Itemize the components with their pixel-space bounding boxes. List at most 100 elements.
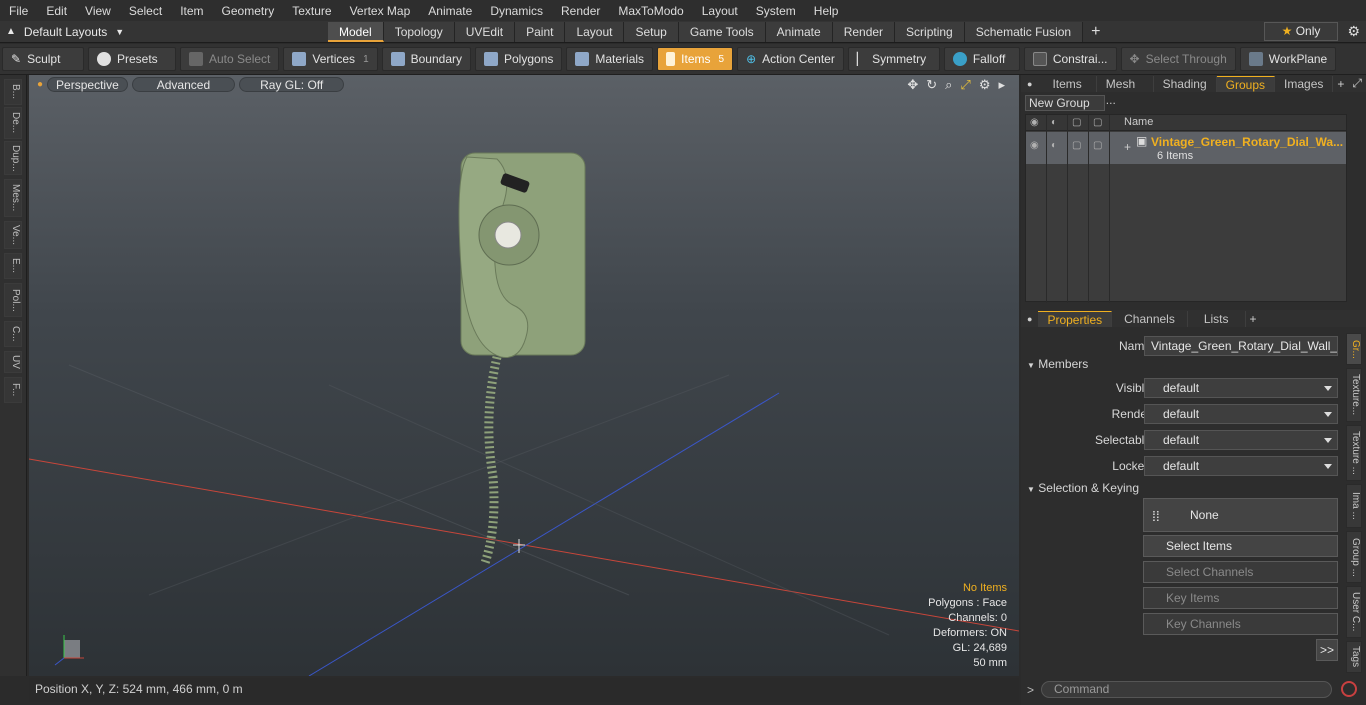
tab-shading[interactable]: Shading — [1154, 75, 1217, 92]
tab-paint[interactable]: Paint — [515, 21, 566, 42]
tab-images[interactable]: Images — [1275, 75, 1334, 92]
vtab-images[interactable]: Ima ... — [1346, 484, 1362, 528]
new-group-button[interactable]: New Group — [1025, 95, 1105, 111]
left-tab-deform[interactable]: De... — [4, 107, 22, 139]
select-channels-button[interactable]: Select Channels — [1143, 561, 1338, 583]
viewport-gear-icon[interactable]: ⚙ — [979, 77, 991, 93]
tab-game-tools[interactable]: Game Tools — [678, 21, 766, 42]
action-center-button[interactable]: ⊕ Action Center — [737, 47, 844, 71]
name-field[interactable] — [1144, 336, 1338, 356]
tab-uvedit[interactable]: UVEdit — [454, 21, 516, 42]
key-items-button[interactable]: Key Items — [1143, 587, 1338, 609]
zoom-icon[interactable]: ⌕ — [945, 77, 952, 93]
left-tab-uv[interactable]: UV — [4, 351, 22, 373]
left-tab-duplicate[interactable]: Dup... — [4, 141, 22, 175]
render-select[interactable]: default — [1144, 404, 1338, 424]
menu-vertex-map[interactable]: Vertex Map — [341, 4, 420, 18]
menu-edit[interactable]: Edit — [37, 4, 76, 18]
menu-maxtomodo[interactable]: MaxToModo — [609, 4, 692, 18]
left-tab-edge[interactable]: E... — [4, 253, 22, 279]
rotate-icon[interactable]: ↻ — [926, 77, 937, 93]
menu-item[interactable]: Item — [171, 4, 212, 18]
row-visibility-icon[interactable]: ◉ — [1030, 140, 1042, 152]
tab-layout[interactable]: Layout — [565, 21, 625, 42]
select-icon[interactable]: ▢ — [1093, 117, 1105, 129]
command-input[interactable]: Command — [1041, 681, 1332, 698]
selectable-select[interactable]: default — [1144, 430, 1338, 450]
gear-icon[interactable]: ⚙ — [1347, 23, 1360, 40]
left-tab-vertex[interactable]: Ve... — [4, 221, 22, 249]
render-icon[interactable]: ◐ — [1051, 117, 1063, 129]
menu-animate[interactable]: Animate — [419, 4, 481, 18]
tab-scripting[interactable]: Scripting — [895, 21, 965, 42]
expand-plus-icon[interactable]: + — [1124, 140, 1131, 154]
menu-view[interactable]: View — [76, 4, 120, 18]
symmetry-button[interactable]: ▏ Symmetry — [847, 47, 940, 71]
tab-channels[interactable]: Channels — [1112, 310, 1188, 327]
add-tab-icon[interactable]: + — [1246, 312, 1261, 326]
lock-icon[interactable]: ▢ — [1072, 117, 1084, 129]
ray-gl-button[interactable]: Ray GL: Off — [239, 77, 345, 92]
panel-menu-icon[interactable]: ● — [1021, 79, 1038, 89]
menu-geometry[interactable]: Geometry — [213, 4, 284, 18]
tab-mesh[interactable]: Mesh ... — [1097, 75, 1154, 107]
menu-file[interactable]: File — [0, 4, 37, 18]
left-tab-fusion[interactable]: F... — [4, 377, 22, 403]
add-tab-icon[interactable]: + — [1333, 77, 1348, 91]
presets-button[interactable]: Presets — [88, 47, 176, 71]
left-tab-mesh[interactable]: Mes... — [4, 179, 22, 217]
only-button[interactable]: ★ Only — [1264, 22, 1338, 41]
row-lock-icon[interactable]: ▢ — [1072, 140, 1084, 152]
constraints-button[interactable]: Constrai... — [1023, 47, 1117, 71]
viewport-menu-icon[interactable]: ● — [37, 79, 43, 92]
layouts-dropdown[interactable]: ▲ Default Layouts ▼ — [0, 25, 138, 39]
menu-help[interactable]: Help — [805, 4, 848, 18]
tab-groups[interactable]: Groups — [1216, 75, 1276, 92]
polygons-button[interactable]: Polygons — [475, 47, 563, 71]
vtab-user-channels[interactable]: User C... — [1346, 586, 1362, 638]
select-through-button[interactable]: ✥ Select Through — [1120, 47, 1236, 71]
tab-model[interactable]: Model — [328, 21, 384, 42]
vertices-button[interactable]: Vertices 1 — [283, 47, 378, 71]
advanced-button[interactable]: Advanced — [131, 77, 236, 92]
auto-select-button[interactable]: Auto Select — [180, 47, 280, 71]
falloff-button[interactable]: Falloff — [943, 47, 1020, 71]
visibility-icon[interactable]: ◉ — [1030, 117, 1042, 129]
tab-schematic-fusion[interactable]: Schematic Fusion — [964, 21, 1084, 42]
vtab-texture-1[interactable]: Texture... — [1346, 368, 1362, 422]
sculpt-button[interactable]: ✎ Sculpt — [2, 47, 84, 71]
group-row[interactable]: ◉ ◐ ▢ ▢ + ▣ Vintage_Green_Rotary_Dial_Wa… — [1026, 132, 1346, 164]
selection-keying-section[interactable]: ▼ Selection & Keying — [1027, 481, 1139, 496]
more-button[interactable]: >> — [1316, 639, 1338, 661]
materials-button[interactable]: Materials — [566, 47, 654, 71]
boundary-button[interactable]: Boundary — [381, 47, 471, 71]
tab-topology[interactable]: Topology — [383, 21, 455, 42]
tab-animate[interactable]: Animate — [765, 21, 833, 42]
tab-setup[interactable]: Setup — [624, 21, 679, 42]
visible-select[interactable]: default — [1144, 378, 1338, 398]
menu-layout[interactable]: Layout — [693, 4, 747, 18]
fit-icon[interactable]: ⤢ — [960, 77, 970, 93]
menu-system[interactable]: System — [747, 4, 805, 18]
items-button[interactable]: Items 5 — [657, 47, 734, 71]
viewport-arrow-icon[interactable]: ▸ — [998, 77, 1005, 93]
vtab-tags[interactable]: Tags — [1346, 641, 1362, 673]
props-menu-icon[interactable]: ● — [1021, 314, 1038, 324]
none-preset-button[interactable]: ⁞⁞ None — [1143, 498, 1338, 532]
menu-dynamics[interactable]: Dynamics — [481, 4, 552, 18]
row-render-icon[interactable]: ◐ — [1051, 140, 1063, 152]
select-items-button[interactable]: Select Items — [1143, 535, 1338, 557]
3d-viewport[interactable]: ● Perspective Advanced Ray GL: Off ✥ ↻ ⌕… — [29, 75, 1019, 676]
vtab-group[interactable]: Gr... — [1346, 333, 1362, 365]
menu-render[interactable]: Render — [552, 4, 609, 18]
record-icon[interactable] — [1341, 681, 1357, 697]
left-tab-polygon[interactable]: Pol... — [4, 283, 22, 317]
tab-lists[interactable]: Lists — [1188, 310, 1246, 327]
vtab-group-2[interactable]: Group ... — [1346, 531, 1362, 583]
perspective-button[interactable]: Perspective — [47, 77, 128, 92]
wall-phone-model[interactable] — [458, 152, 586, 565]
vtab-texture-2[interactable]: Texture ... — [1346, 425, 1362, 481]
left-tab-basic[interactable]: B... — [4, 79, 22, 105]
tab-items[interactable]: Items — [1038, 75, 1097, 92]
tab-render[interactable]: Render — [832, 21, 896, 42]
